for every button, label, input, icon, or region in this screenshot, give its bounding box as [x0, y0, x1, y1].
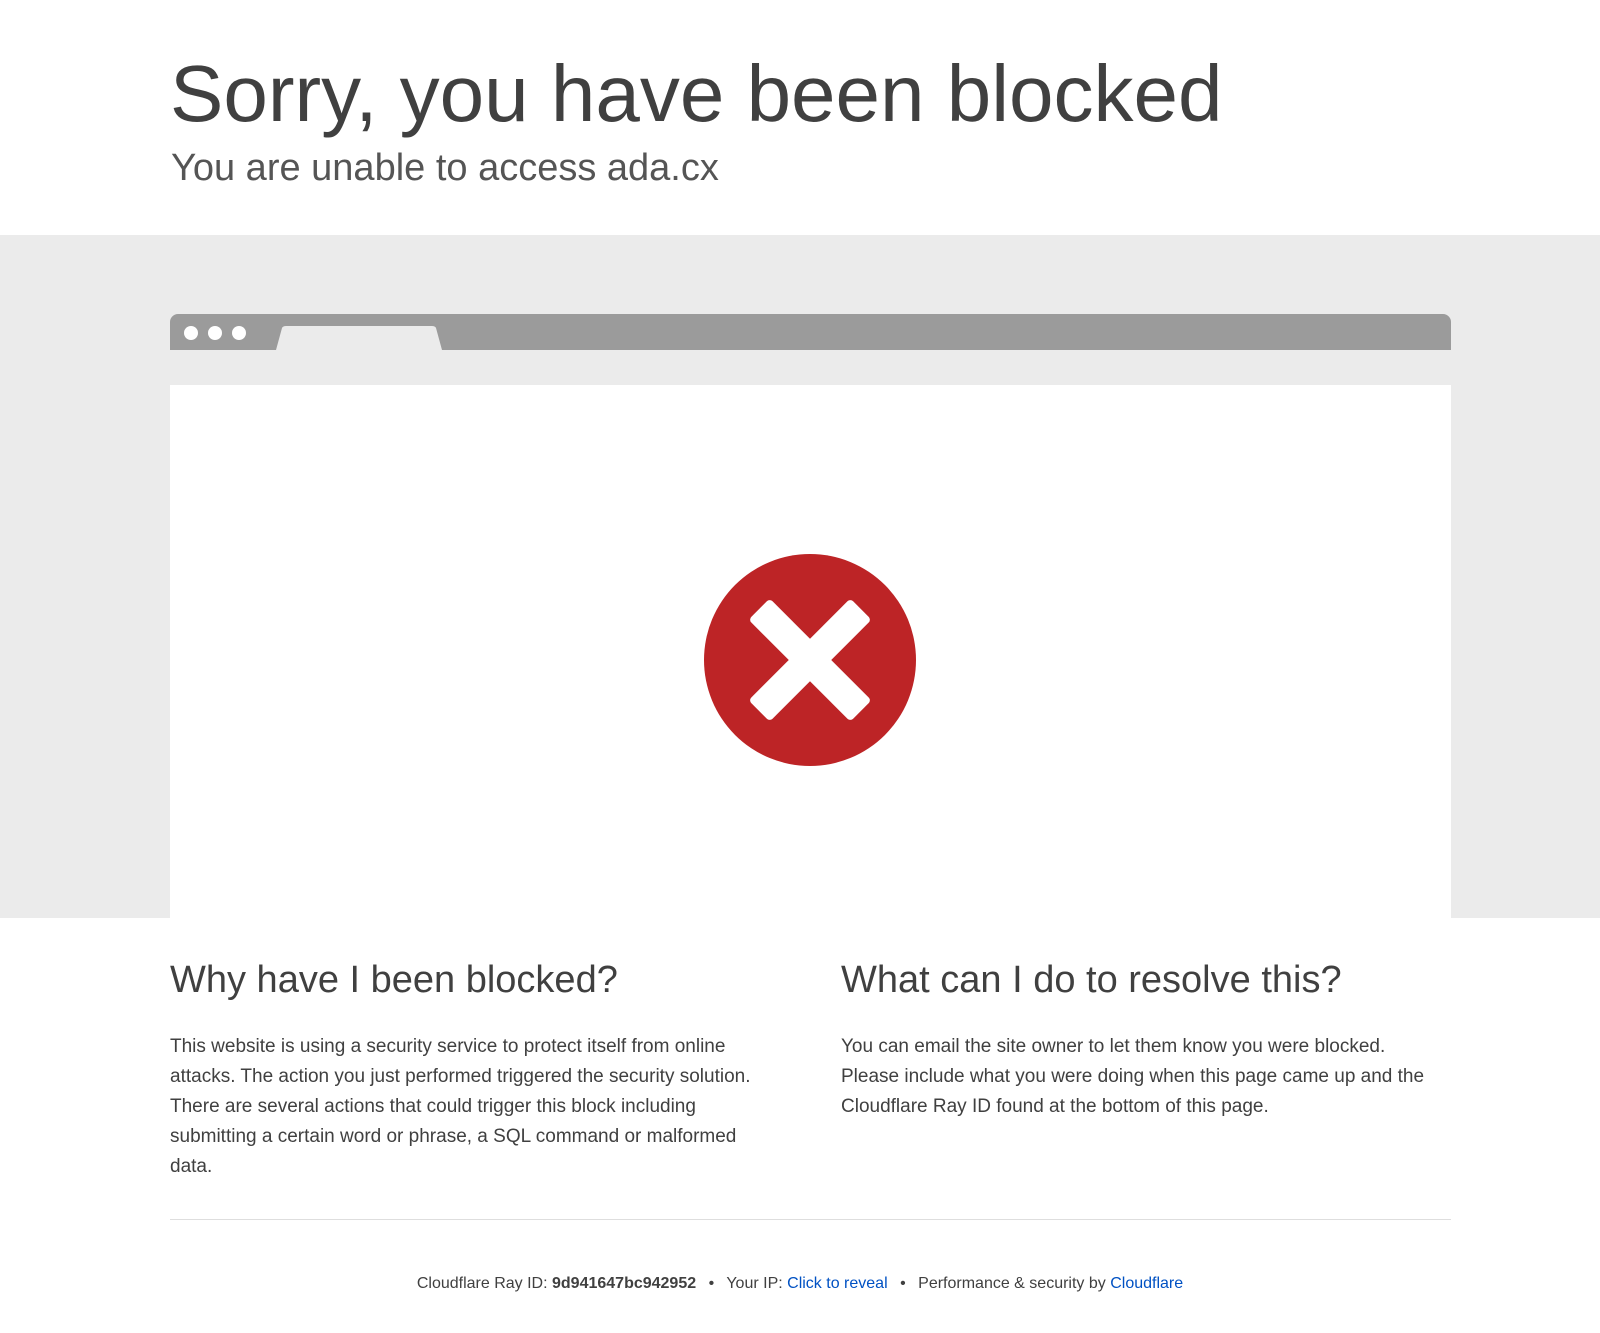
page-header: Sorry, you have been blocked You are una…	[0, 0, 1600, 235]
reveal-ip-link[interactable]: Click to reveal	[787, 1275, 887, 1292]
footer-bullet: •	[900, 1275, 906, 1292]
ip-label: Your IP:	[726, 1275, 783, 1292]
browser-illustration-toolbar	[170, 314, 1451, 350]
footer-divider	[170, 1219, 1451, 1220]
performance-label: Performance & security by	[918, 1275, 1106, 1292]
window-dot-icon	[184, 326, 198, 340]
page-subtitle: You are unable to access ada.cx	[171, 147, 719, 189]
why-blocked-section: Why have I been blocked? This website is…	[170, 958, 770, 1182]
footer-bullet: •	[708, 1275, 715, 1292]
cloudflare-link[interactable]: Cloudflare	[1110, 1275, 1183, 1292]
resolve-text: You can email the site owner to let them…	[841, 1035, 1425, 1117]
window-dot-icon	[208, 326, 222, 340]
browser-tab-icon	[276, 326, 442, 350]
error-x-icon	[704, 554, 916, 766]
page-title: Sorry, you have been blocked	[170, 49, 1223, 138]
footer: Cloudflare Ray ID: 9d941647bc942952 • Yo…	[0, 1275, 1600, 1293]
window-dot-icon	[232, 326, 246, 340]
ray-id-label: Cloudflare Ray ID:	[416, 1275, 548, 1292]
ray-id-value: 9d941647bc942952	[552, 1275, 697, 1292]
why-blocked-text: This website is using a security service…	[170, 1035, 751, 1177]
resolve-heading: What can I do to resolve this?	[841, 959, 1342, 1001]
why-blocked-heading: Why have I been blocked?	[170, 959, 618, 1001]
resolve-section: What can I do to resolve this? You can e…	[841, 958, 1441, 1122]
